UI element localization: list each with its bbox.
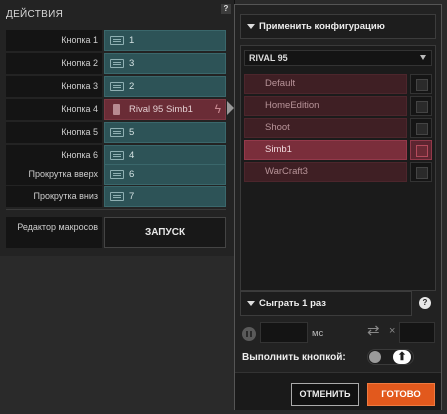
action-row-button-3: Кнопка 3 2 — [6, 76, 226, 97]
action-row-scroll-up: Прокрутка вверх 6 — [6, 164, 226, 185]
apply-config-label: Применить конфигурацию — [259, 21, 385, 32]
config-list: RIVAL 95 Default HomeEdition Shoot Simb1… — [240, 45, 436, 291]
config-checkbox[interactable] — [410, 74, 432, 94]
macro-editor-row: Редактор макросов ЗАПУСК — [6, 217, 226, 248]
macro-editor-label: Редактор макросов — [6, 217, 102, 248]
action-row-scroll-down: Прокрутка вниз 7 — [6, 186, 226, 207]
macro-icon — [113, 104, 120, 115]
execute-by-button-label: Выполнить кнопкой: — [242, 352, 346, 363]
config-item-warcraft3[interactable]: WarCraft3 — [244, 162, 432, 182]
keyboard-icon — [110, 151, 124, 160]
action-value-text: 5 — [129, 127, 135, 138]
config-checkbox[interactable] — [410, 162, 432, 182]
macro-config-popup: Применить конфигурацию RIVAL 95 Default … — [234, 4, 442, 410]
action-row-button-2: Кнопка 2 3 — [6, 53, 226, 74]
times-sign: × — [389, 325, 396, 337]
help-icon[interactable]: ? — [419, 297, 431, 309]
config-name: WarCraft3 — [244, 162, 407, 182]
action-label: Кнопка 6 — [6, 145, 102, 166]
divider — [6, 209, 226, 210]
action-label: Кнопка 3 — [6, 76, 102, 97]
apply-config-dropdown[interactable]: Применить конфигурацию — [240, 14, 436, 39]
device-select[interactable]: RIVAL 95 — [244, 50, 432, 66]
done-button[interactable]: ГОТОВО — [367, 383, 435, 406]
action-label: Прокрутка вверх — [6, 164, 102, 185]
arrow-up-icon: ⬆ — [393, 350, 411, 364]
action-label: Кнопка 1 — [6, 30, 102, 51]
action-value[interactable]: 7 — [104, 186, 226, 207]
action-row-button-5: Кнопка 5 5 — [6, 122, 226, 143]
toggle-knob — [369, 351, 381, 363]
chevron-down-icon — [420, 55, 426, 60]
actions-help-icon[interactable]: ? — [221, 4, 231, 14]
action-row-button-1: Кнопка 1 1 — [6, 30, 226, 51]
action-value-macro[interactable]: Rival 95 Simb1 ϟ — [104, 99, 226, 120]
pointer-arrow-icon — [227, 101, 234, 115]
launch-button[interactable]: ЗАПУСК — [104, 217, 226, 248]
config-item-simb1[interactable]: Simb1 — [244, 140, 432, 160]
action-row-button-6: Кнопка 6 4 — [6, 145, 226, 166]
dialog-footer: ОТМЕНИТЬ ГОТОВО — [235, 372, 441, 410]
action-value-text: 7 — [129, 191, 135, 202]
config-checkbox[interactable] — [410, 118, 432, 138]
chevron-down-icon — [247, 301, 255, 306]
config-name: HomeEdition — [244, 96, 407, 116]
config-name: Default — [244, 74, 407, 94]
keyboard-icon — [110, 36, 124, 45]
action-value[interactable]: 1 — [104, 30, 226, 51]
action-value-text: 4 — [129, 150, 135, 161]
action-value[interactable]: 6 — [104, 164, 226, 185]
action-value-text: Rival 95 Simb1 — [129, 104, 193, 115]
config-item-shoot[interactable]: Shoot — [244, 118, 432, 138]
actions-panel: ДЕЙСТВИЯ ? Кнопка 1 1 Кнопка 2 3 Кнопка … — [0, 0, 235, 256]
action-value-text: 2 — [129, 81, 135, 92]
config-item-homeedition[interactable]: HomeEdition — [244, 96, 432, 116]
config-item-default[interactable]: Default — [244, 74, 432, 94]
delay-input[interactable] — [260, 322, 308, 343]
play-mode-dropdown[interactable]: Сыграть 1 раз — [240, 291, 412, 316]
action-label: Прокрутка вниз — [6, 186, 102, 207]
keyboard-icon — [110, 170, 124, 179]
repeat-count-input[interactable] — [399, 322, 435, 343]
lightning-icon: ϟ — [214, 102, 221, 116]
actions-title: ДЕЙСТВИЯ — [6, 9, 64, 20]
execute-by-button-toggle[interactable]: ⬆ — [367, 349, 414, 365]
repeat-icon[interactable]: ⇄ — [367, 323, 380, 339]
config-name: Simb1 — [244, 140, 407, 160]
action-row-button-4: Кнопка 4 Rival 95 Simb1 ϟ — [6, 99, 226, 120]
device-name: RIVAL 95 — [249, 53, 288, 63]
cancel-button[interactable]: ОТМЕНИТЬ — [291, 383, 359, 406]
keyboard-icon — [110, 128, 124, 137]
action-label: Кнопка 2 — [6, 53, 102, 74]
action-value-text: 1 — [129, 35, 135, 46]
action-value[interactable]: 4 — [104, 145, 226, 166]
action-value-text: 3 — [129, 58, 135, 69]
delay-unit-label: мс — [312, 328, 324, 339]
play-mode-label: Сыграть 1 раз — [259, 298, 326, 309]
keyboard-icon — [110, 59, 124, 68]
keyboard-icon — [110, 192, 124, 201]
action-label: Кнопка 4 — [6, 99, 102, 120]
pause-icon[interactable] — [242, 327, 256, 341]
config-checkbox[interactable] — [410, 96, 432, 116]
config-checkbox[interactable] — [410, 140, 432, 160]
keyboard-icon — [110, 82, 124, 91]
action-value-text: 6 — [129, 169, 135, 180]
action-value[interactable]: 2 — [104, 76, 226, 97]
chevron-down-icon — [247, 24, 255, 29]
action-label: Кнопка 5 — [6, 122, 102, 143]
action-value[interactable]: 3 — [104, 53, 226, 74]
config-name: Shoot — [244, 118, 407, 138]
action-value[interactable]: 5 — [104, 122, 226, 143]
